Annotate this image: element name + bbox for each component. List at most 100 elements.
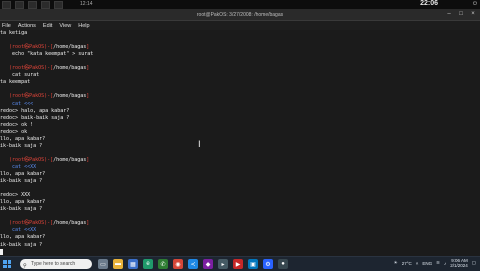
terminal-text: ]: [86, 44, 90, 51]
window-title: root@PakOS: 3/27/2008: /home/bagas: [196, 12, 284, 18]
terminal-cursor: [0, 248, 3, 255]
obs-icon[interactable]: ●: [278, 259, 288, 269]
menu-edit[interactable]: Edit: [43, 23, 52, 29]
terminal-line: (root㉿PakOS)-[/home/bagas]: [0, 220, 89, 226]
terminal-text: redoc> XXX: [0, 192, 31, 199]
wifi-icon[interactable]: ≋: [436, 260, 440, 266]
terminal-text: ]: [86, 220, 90, 227]
terminal-text: llo, apa kabar?: [0, 199, 46, 206]
file-manager-icon[interactable]: [15, 1, 24, 9]
terminal-text: ]: [86, 93, 90, 100]
terminal-line: ik-baik saja ?: [0, 143, 42, 149]
tray-temp: 27°C: [401, 260, 412, 266]
terminal-text: ik-baik saja ?: [0, 206, 43, 213]
terminal-app-icon[interactable]: ▸: [218, 259, 228, 269]
browser-icon[interactable]: [41, 1, 50, 9]
vscode-icon[interactable]: ≺: [188, 259, 198, 269]
terminal-line: redoc> baik-baik saja ?: [0, 115, 69, 121]
close-icon[interactable]: ×: [470, 11, 476, 17]
host-clock: 12:14: [80, 1, 93, 7]
terminal-text: /home/bagas: [53, 93, 87, 100]
workspace-icon[interactable]: [54, 1, 63, 9]
tray-lang[interactable]: ENG: [422, 261, 432, 266]
terminal-output[interactable]: ta ketiga (root㉿PakOS)-[/home/bagas] ech…: [0, 30, 480, 256]
terminal-text: ik-baik saja ?: [0, 178, 43, 185]
tray-datetime[interactable]: 9:06 AM 2/1/2024: [450, 258, 468, 268]
minimize-icon[interactable]: –: [446, 11, 452, 17]
edge-icon[interactable]: e: [143, 259, 153, 269]
terminal-text: ik-baik saja ?: [0, 241, 43, 248]
terminal-text: redoc> ok: [0, 128, 28, 135]
file-explorer-icon[interactable]: ▬: [113, 259, 123, 269]
terminal-text: ik-baik saja ?: [0, 142, 43, 149]
terminal-line: (root㉿PakOS)-[/home/bagas]: [0, 93, 89, 99]
terminal-line: ta ketiga: [0, 30, 27, 36]
terminal-text: (root㉿PakOS)-[: [0, 93, 54, 100]
settings-icon[interactable]: ⚙: [263, 259, 273, 269]
terminal-text: ta ketiga: [0, 30, 28, 36]
terminal-line: cat <<XX: [0, 164, 36, 170]
app-icon[interactable]: ◆: [203, 259, 213, 269]
menu-view[interactable]: View: [59, 23, 71, 29]
chrome-icon[interactable]: ◉: [173, 259, 183, 269]
vmware-icon[interactable]: ▣: [248, 259, 258, 269]
notification-icon[interactable]: ▢: [472, 260, 476, 266]
power-icon[interactable]: ⏻: [473, 1, 477, 7]
terminal-line: (root㉿PakOS)-[/home/bagas]: [0, 157, 89, 163]
terminal-line: ik-baik saja ?: [0, 206, 42, 212]
terminal-text: /home/bagas: [53, 65, 87, 72]
terminal-text: (root㉿PakOS)-[: [0, 65, 54, 72]
terminal-line: (root㉿PakOS)-[/home/bagas]: [0, 44, 89, 50]
terminal-text: echo "kata keempat" > surat: [0, 51, 94, 58]
terminal-line: redoc> halo, apa kabar?: [0, 108, 69, 114]
taskbar-apps: ▭ ▬ ▦ e ✆ ◉ ≺ ◆ ▸ ▶ ▣ ⚙ ●: [98, 259, 288, 269]
search-placeholder: Type here to search: [31, 261, 76, 267]
taskbar-search[interactable]: ⚲ Type here to search: [20, 259, 92, 269]
terminal-text: cat <<XX: [0, 227, 37, 234]
terminal-text: cat <<<: [0, 100, 34, 107]
window-controls: – □ ×: [446, 11, 476, 17]
terminal-line: (root㉿PakOS)-[/home/bagas]: [0, 65, 89, 71]
terminal-line: llo, apa kabar?: [0, 171, 45, 177]
terminal-text: redoc> halo, apa kabar?: [0, 107, 70, 114]
terminal-line: cat <<XX: [0, 227, 36, 233]
task-view-icon[interactable]: ▭: [98, 259, 108, 269]
terminal-line: ik-baik saja ?: [0, 242, 42, 248]
weather-icon[interactable]: ☀: [394, 260, 398, 266]
apps-menu-icon[interactable]: [2, 1, 11, 9]
media-icon[interactable]: ▶: [233, 259, 243, 269]
terminal-text: /home/bagas: [53, 220, 87, 227]
terminal-line: redoc> XXX: [0, 192, 30, 198]
terminal-text: ]: [86, 156, 90, 163]
volume-icon[interactable]: ♪: [444, 261, 446, 266]
window-title-bar: root@PakOS: 3/27/2008: /home/bagas – □ ×: [0, 9, 480, 21]
menu-help[interactable]: Help: [78, 23, 89, 29]
store-icon[interactable]: ▦: [128, 259, 138, 269]
terminal-icon[interactable]: [28, 1, 37, 9]
terminal-text: cat <<XX: [0, 163, 37, 170]
host-tray: ⏻: [473, 1, 477, 7]
terminal-text: (root㉿PakOS)-[: [0, 220, 54, 227]
whatsapp-icon[interactable]: ✆: [158, 259, 168, 269]
taskbar: ⚲ Type here to search ▭ ▬ ▦ e ✆ ◉ ≺ ◆ ▸ …: [0, 256, 480, 271]
start-button[interactable]: [3, 260, 11, 268]
terminal-text: (root㉿PakOS)-[: [0, 44, 54, 51]
host-top-bar: 12:14 22:06 ⏻: [0, 0, 480, 9]
menu-actions[interactable]: Actions: [18, 23, 36, 29]
terminal-line: llo, apa kabar?: [0, 234, 45, 240]
tray-date: 2/1/2024: [450, 263, 468, 268]
terminal-line: ik-baik saja ?: [0, 178, 42, 184]
terminal-line: ta keempat: [0, 79, 30, 85]
maximize-icon[interactable]: □: [458, 11, 464, 17]
chevron-up-icon[interactable]: ˄: [416, 261, 419, 266]
host-time: 22:06: [420, 0, 438, 7]
terminal-line: llo, apa kabar?: [0, 199, 45, 205]
terminal-text: cat surat: [0, 72, 40, 79]
terminal-text: redoc> baik-baik saja ?: [0, 114, 70, 121]
terminal-line: echo "kata keempat" > surat: [0, 51, 93, 57]
terminal-text: llo, apa kabar?: [0, 135, 46, 142]
terminal-text: ta keempat: [0, 79, 31, 86]
terminal-text: /home/bagas: [53, 156, 87, 163]
terminal-text: /home/bagas: [53, 44, 87, 51]
menu-file[interactable]: File: [2, 23, 11, 29]
